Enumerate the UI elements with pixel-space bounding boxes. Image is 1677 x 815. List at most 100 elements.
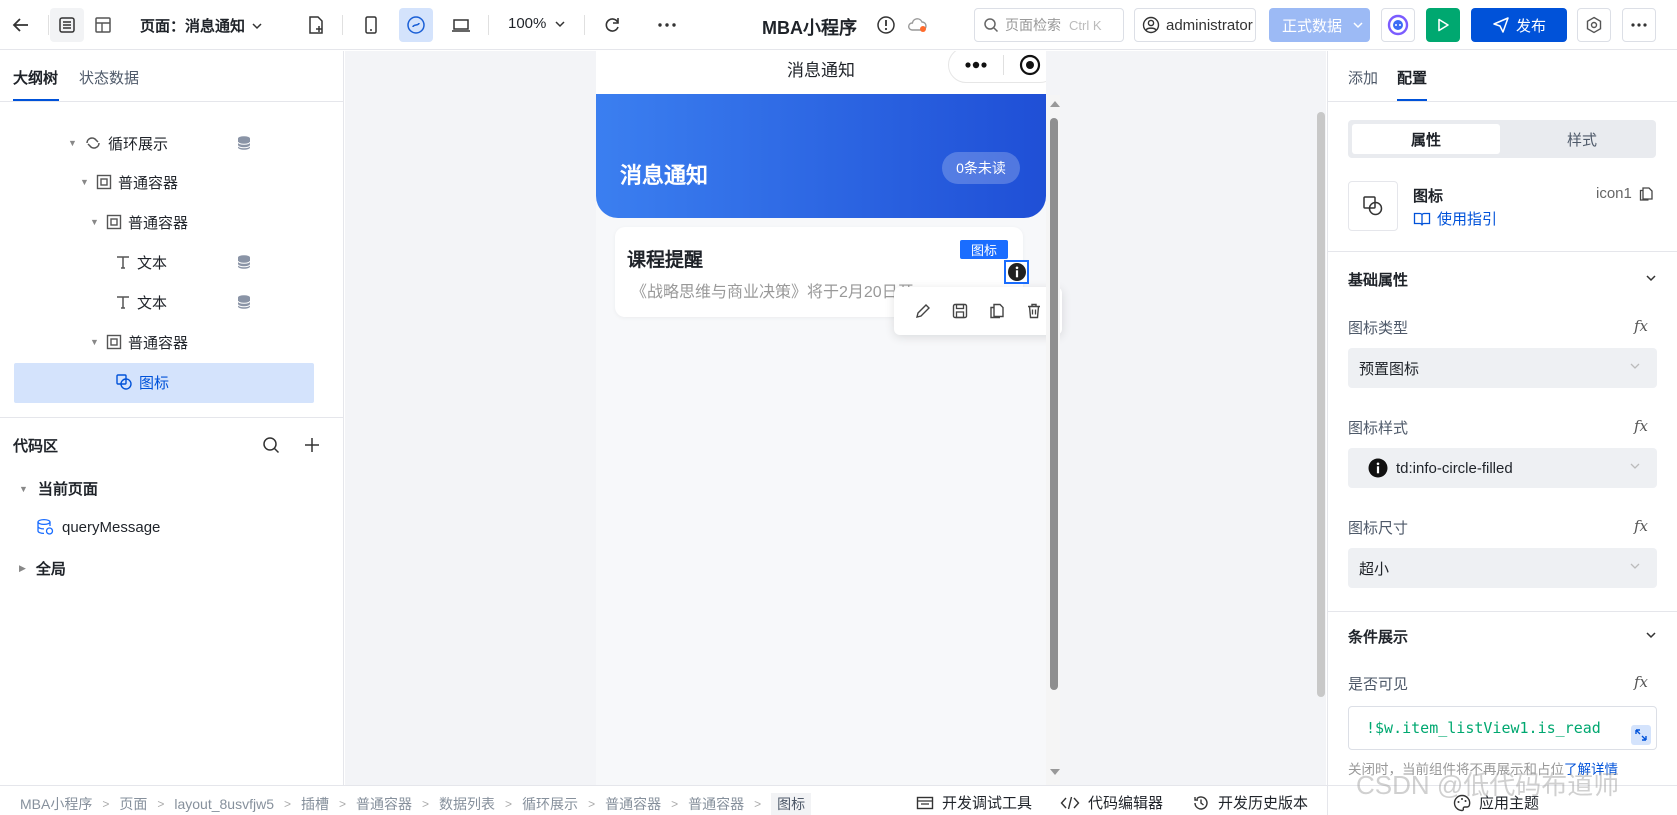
copy-icon[interactable] — [1638, 186, 1654, 202]
fx-icon[interactable]: fx — [1634, 417, 1648, 435]
breadcrumb-item-current[interactable]: 图标 — [771, 793, 812, 815]
chevron-right-icon: > — [671, 797, 679, 811]
tab-config[interactable]: 配置 — [1397, 67, 1427, 88]
code-item-query[interactable]: queryMessage — [36, 518, 160, 536]
save-icon[interactable] — [951, 302, 969, 320]
code-group-current-page[interactable]: ▼ 当前页面 — [19, 478, 98, 499]
tree-node-label: 普通容器 — [118, 174, 179, 192]
add-icon[interactable] — [303, 436, 321, 454]
zoom-selector[interactable]: 100% — [508, 15, 566, 32]
chevron-down-icon[interactable] — [1644, 628, 1658, 642]
env-selector[interactable]: 正式数据 — [1269, 8, 1370, 42]
tree-node-container[interactable]: ▼ 普通容器 — [90, 322, 188, 362]
scroll-up-icon[interactable] — [1048, 99, 1062, 109]
copy-icon[interactable] — [988, 302, 1006, 320]
scroll-down-icon[interactable] — [1048, 767, 1062, 777]
segment-properties[interactable]: 属性 — [1352, 124, 1500, 154]
tree-node-icon-selected[interactable]: 图标 — [115, 362, 169, 402]
code-editor-button[interactable]: 代码编辑器 — [1060, 792, 1163, 813]
layout-icon[interactable] — [86, 8, 120, 42]
tree-node-loop[interactable]: ▼ 循环展示 — [68, 123, 168, 163]
tool-label: 开发历史版本 — [1218, 795, 1309, 812]
page-selector[interactable]: 页面：消息通知 — [140, 15, 263, 36]
breadcrumb-item[interactable]: 普通容器 — [356, 794, 412, 814]
ai-assistant-button[interactable] — [1381, 8, 1415, 42]
capsule-close-icon[interactable] — [1003, 54, 1046, 76]
breadcrumb-item[interactable]: 页面 — [119, 794, 147, 814]
usage-guide-link[interactable]: 使用指引 — [1413, 208, 1497, 229]
breadcrumb-item[interactable]: 循环展示 — [522, 794, 578, 814]
tree-node-container[interactable]: ▼ 普通容器 — [80, 162, 178, 202]
publish-button[interactable]: 发布 — [1471, 8, 1567, 42]
canvas-scrollbar-thumb[interactable] — [1317, 112, 1325, 697]
tree-node-container[interactable]: ▼ 普通容器 — [90, 202, 188, 242]
fx-icon[interactable]: fx — [1634, 317, 1648, 335]
property-segment: 属性 样式 — [1348, 120, 1656, 158]
search-icon[interactable] — [262, 436, 280, 454]
code-group-label: 当前页面 — [37, 481, 98, 498]
icon-style-value: td:info-circle-filled — [1396, 459, 1513, 477]
user-menu[interactable]: administrator — [1134, 8, 1256, 42]
refresh-icon[interactable] — [595, 8, 629, 42]
mobile-view-icon[interactable] — [354, 8, 388, 42]
phone-nav-bar: 消息通知 — [596, 51, 1046, 94]
expand-icon[interactable] — [1631, 725, 1651, 745]
chevron-down-icon — [1629, 360, 1641, 372]
miniprogram-capsule[interactable] — [948, 51, 1046, 83]
visible-expression-value: !$w.item_listView1.is_read — [1366, 719, 1601, 737]
settings-button[interactable] — [1577, 8, 1611, 42]
phone-scrollbar-thumb[interactable] — [1050, 118, 1058, 690]
unread-badge: 0条未读 — [942, 152, 1020, 184]
container-icon — [96, 174, 112, 190]
more-menu-button[interactable] — [1622, 8, 1656, 42]
dev-history-button[interactable]: 开发历史版本 — [1192, 792, 1308, 813]
icon-size-select[interactable]: 超小 — [1348, 548, 1657, 588]
more-icon[interactable] — [650, 8, 684, 42]
chevron-down-icon — [1352, 19, 1364, 31]
section-basic-props[interactable]: 基础属性 — [1348, 269, 1408, 290]
add-page-icon[interactable] — [299, 8, 333, 42]
page-list-icon[interactable] — [50, 8, 84, 42]
breadcrumb-item[interactable]: 普通容器 — [688, 794, 744, 814]
dev-debug-tools-button[interactable]: 开发调试工具 — [916, 792, 1032, 813]
run-button[interactable] — [1426, 8, 1460, 42]
chevron-right-icon: > — [157, 797, 165, 811]
info-icon[interactable] — [869, 8, 903, 42]
breadcrumb-item[interactable]: 插槽 — [301, 794, 329, 814]
miniprogram-view-icon[interactable] — [399, 8, 433, 42]
info-circle-icon[interactable] — [1004, 260, 1029, 284]
breadcrumb-item[interactable]: MBA小程序 — [20, 794, 92, 814]
caret-right-icon: ▶ — [19, 563, 26, 573]
send-icon — [1492, 16, 1510, 34]
page-search-input[interactable]: 页面检索 Ctrl K — [974, 8, 1124, 42]
tree-node-text[interactable]: 文本 — [115, 282, 167, 322]
code-group-global[interactable]: ▶ 全局 — [19, 558, 66, 579]
edit-icon[interactable] — [914, 302, 932, 320]
tab-outline-tree[interactable]: 大纲树 — [13, 67, 58, 88]
tree-node-text[interactable]: 文本 — [115, 242, 167, 282]
tool-label: 代码编辑器 — [1088, 795, 1164, 812]
fx-icon[interactable]: fx — [1634, 673, 1648, 691]
capsule-more-icon[interactable] — [949, 61, 1003, 69]
watermark: CSDN @低代码布道师 — [1356, 770, 1620, 800]
top-bar: 页面：消息通知 100% MBA小程序 页面检索 Ctrl K administ… — [0, 0, 1677, 50]
tab-state-data[interactable]: 状态数据 — [79, 67, 139, 88]
segment-style[interactable]: 样式 — [1508, 124, 1656, 154]
icon-type-select[interactable]: 预置图标 — [1348, 348, 1657, 388]
back-arrow-icon[interactable] — [4, 8, 38, 42]
breadcrumb-item[interactable]: 普通容器 — [605, 794, 661, 814]
breadcrumb-item[interactable]: 数据列表 — [439, 794, 495, 814]
phone-preview: 消息通知 消息通知 0条未读 课程提醒 《战略思维与商业决策》将于2月20日开 … — [596, 51, 1046, 785]
fx-icon[interactable]: fx — [1634, 517, 1648, 535]
tab-add[interactable]: 添加 — [1348, 67, 1378, 88]
page-selector-label: 页面：消息通知 — [140, 18, 246, 35]
chevron-down-icon[interactable] — [1644, 271, 1658, 285]
desktop-view-icon[interactable] — [444, 8, 478, 42]
icon-size-value: 超小 — [1359, 560, 1390, 578]
delete-icon[interactable] — [1025, 302, 1043, 320]
icon-style-select[interactable]: td:info-circle-filled — [1348, 448, 1657, 488]
chevron-down-icon — [251, 20, 263, 32]
visible-expression-input[interactable]: !$w.item_listView1.is_read — [1348, 706, 1657, 750]
breadcrumb-item[interactable]: layout_8usvfjw5 — [174, 796, 274, 812]
section-conditional-display[interactable]: 条件展示 — [1348, 626, 1408, 647]
